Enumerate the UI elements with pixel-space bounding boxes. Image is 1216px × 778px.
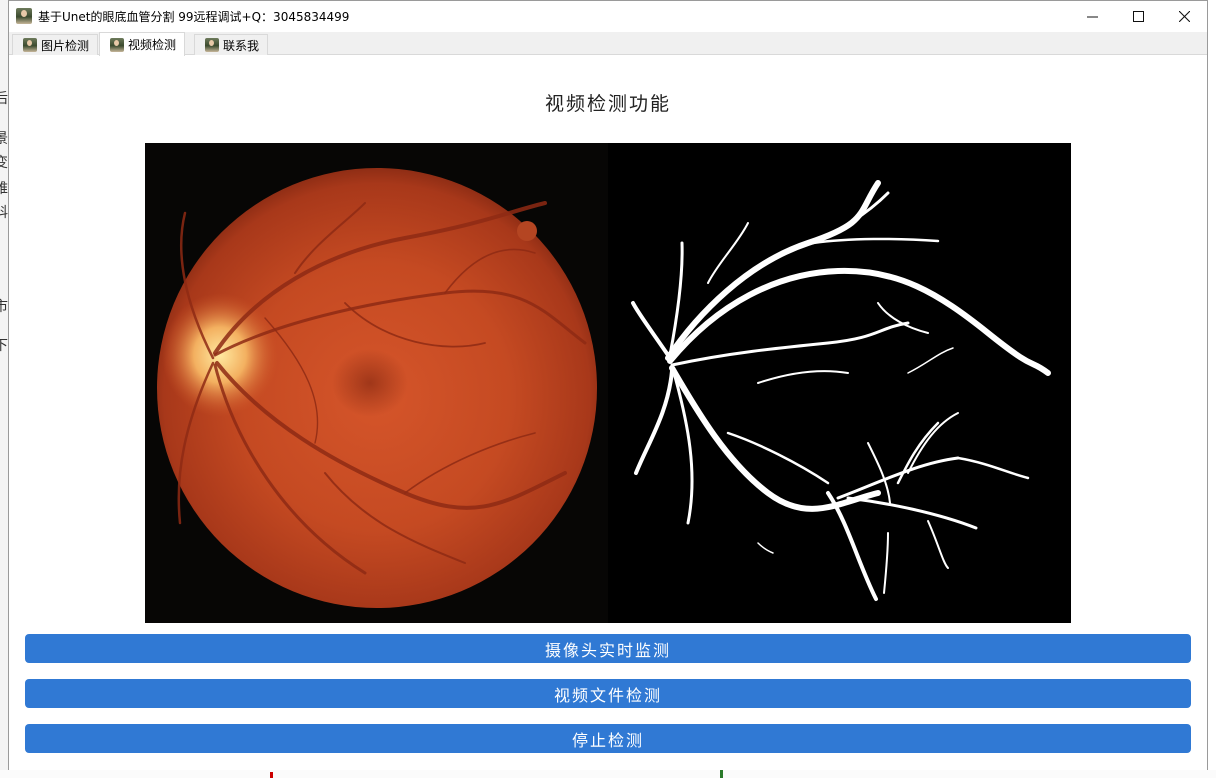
- app-thumbnail-icon: [110, 37, 124, 52]
- window-title: 基于Unet的眼底血管分割 99远程调试+Q：3045834499: [38, 10, 350, 24]
- camera-realtime-button[interactable]: 摄像头实时监测: [25, 634, 1191, 663]
- app-thumbnail-icon: [205, 38, 219, 52]
- background-window-edge: 后 景 变 难 科 市 下: [0, 0, 8, 778]
- title-bar[interactable]: 基于Unet的眼底血管分割 99远程调试+Q：3045834499: [9, 1, 1207, 32]
- fundus-photo: [145, 143, 608, 623]
- app-thumbnail-icon: [23, 38, 37, 52]
- segmentation-result-image: [608, 143, 1071, 623]
- tab-label: 联系我: [223, 38, 260, 53]
- video-detection-panel: 视频检测功能 摄像头实时监测 视频文件检测 停止检测: [9, 56, 1207, 770]
- page-title: 视频检测功能: [544, 93, 671, 115]
- tab-video-detection[interactable]: 视频检测: [99, 32, 186, 56]
- maximize-button[interactable]: [1115, 1, 1161, 32]
- minimize-icon: [1086, 16, 1098, 18]
- app-icon: [16, 8, 32, 24]
- maximize-icon: [1132, 11, 1144, 22]
- video-file-detection-button[interactable]: 视频文件检测: [25, 679, 1191, 708]
- tab-contact-me[interactable]: 联系我: [194, 34, 269, 55]
- close-button[interactable]: [1161, 1, 1207, 32]
- original-fundus-image: [145, 143, 608, 623]
- vessel-mask: [608, 143, 1071, 623]
- close-icon: [1178, 11, 1190, 22]
- background-window-bottom: [0, 770, 1216, 778]
- video-display: [145, 143, 1071, 623]
- tab-label: 图片检测: [41, 38, 90, 53]
- tab-image-detection[interactable]: 图片检测: [12, 34, 99, 55]
- tab-bar: 图片检测 视频检测 联系我: [9, 32, 1207, 56]
- app-window: 基于Unet的眼底血管分割 99远程调试+Q：3045834499 图片检测 视…: [8, 0, 1208, 770]
- stop-detection-button[interactable]: 停止检测: [25, 724, 1191, 753]
- minimize-button[interactable]: [1069, 1, 1115, 32]
- tab-label: 视频检测: [128, 38, 177, 52]
